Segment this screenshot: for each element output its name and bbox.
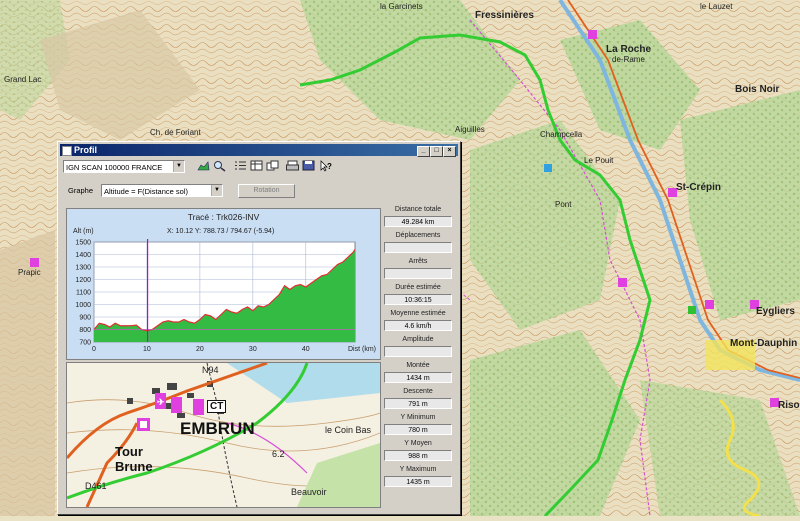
stat-label: Arrêts	[408, 258, 428, 265]
chevron-down-icon: ▼	[173, 161, 184, 172]
print-icon[interactable]	[285, 160, 299, 173]
profile-icon[interactable]	[196, 160, 210, 173]
y-tick-label: 800	[79, 327, 91, 334]
stat-value: 10:36:15	[384, 294, 452, 305]
grid-icon[interactable]	[249, 160, 263, 173]
map-label-bois-noir: Bois Noir	[735, 84, 780, 95]
stat-label: Amplitude	[402, 336, 434, 343]
stat-label: Y Maximum	[399, 466, 437, 473]
minimap-ct-label: CT	[207, 400, 227, 413]
stat-value: 49.284 km	[384, 216, 452, 227]
map-label-la-roche: La Roche	[606, 44, 652, 55]
minimap-town-label: EMBRUN	[180, 419, 255, 438]
map-label-de-rame: de-Rame	[612, 55, 645, 64]
map-label-grand-lac: Grand Lac	[4, 75, 42, 84]
x-tick-label: 0	[92, 346, 96, 353]
map-label-pont: Pont	[555, 200, 572, 209]
stat-label: Descente	[403, 388, 433, 395]
y-tick-label: 700	[79, 340, 91, 347]
window-titlebar[interactable]: Profil _ □ ×	[60, 144, 458, 157]
minimap-place-2: Beauvoir	[291, 487, 327, 497]
maximize-button[interactable]: □	[430, 146, 443, 157]
elevation-chart[interactable]: 700 800 900 1000 1100 1200 1300 1400 1500 0 10 20 30…	[66, 208, 381, 360]
stat-value: 1434 m	[384, 372, 452, 383]
close-button[interactable]: ×	[443, 146, 456, 157]
y-tick-label: 1100	[76, 290, 91, 297]
window-title: Profil	[74, 145, 98, 155]
minimize-button[interactable]: _	[417, 146, 430, 157]
minimap-tower-label-2: Brune	[115, 459, 153, 474]
stat-value: 1435 m	[384, 476, 452, 487]
chart-title: Tracé : Trk026-INV	[187, 212, 260, 222]
stat-value	[384, 242, 452, 253]
stat-label: Moyenne estimée	[390, 310, 446, 317]
graph-type-value: Altitude = F(Distance sol)	[104, 187, 188, 196]
y-tick-label: 900	[79, 315, 91, 322]
y-axis-label: Alt (m)	[73, 228, 94, 235]
map-label-le-lauzet: le Lauzet	[700, 2, 733, 11]
stat-value: 4.6 km/h	[384, 320, 452, 331]
map-label-risoul: Risoul	[778, 400, 800, 411]
graph-label: Graphe	[68, 186, 94, 195]
minimap-number: 6.2	[272, 449, 285, 459]
map-label-prapic: Prapic	[18, 268, 41, 277]
map-label-aiguilles: Aiguilles	[455, 125, 485, 134]
minimap-place-1: le Coin Bas	[325, 425, 372, 435]
x-tick-label: 30	[249, 346, 257, 353]
stat-label: Distance totale	[394, 206, 442, 213]
map-label-ch-foriant: Ch. de Foriant	[150, 128, 201, 137]
list-icon[interactable]	[233, 160, 247, 173]
zoom-icon[interactable]	[212, 160, 226, 173]
x-tick-label: 10	[143, 346, 151, 353]
y-tick-label: 1000	[75, 302, 91, 309]
svg-text:✈: ✈	[157, 397, 165, 407]
y-tick-label: 1200	[75, 277, 91, 284]
save-icon[interactable]	[301, 160, 315, 173]
map-label-champcella: Champcella	[540, 130, 583, 139]
map-label-eygliers: Eygliers	[756, 306, 795, 317]
y-tick-label: 1500	[75, 240, 91, 247]
profile-toolbar: IGN SCAN 100000 FRANCE ▼ ?	[63, 159, 456, 176]
map-label-mont-dauphin: Mont-Dauphin	[730, 338, 798, 349]
stat-label: Y Moyen	[404, 440, 432, 447]
profile-window: Profil _ □ × IGN SCAN 100000 FRANCE ▼ ? …	[57, 141, 461, 515]
chevron-down-icon: ▼	[211, 185, 222, 196]
window-app-icon	[62, 146, 72, 156]
stat-value: 780 m	[384, 424, 452, 435]
stat-label: Déplacements	[395, 232, 441, 239]
graph-type-select[interactable]: Altitude = F(Distance sol) ▼	[101, 184, 223, 197]
map-label-le-pouit: Le Pouit	[584, 156, 614, 165]
svg-text:?: ?	[327, 162, 332, 171]
x-axis-label: Dist (km)	[348, 346, 376, 353]
stat-value: 988 m	[384, 450, 452, 461]
rotation-button[interactable]: Rotation	[238, 184, 295, 198]
stat-value	[384, 346, 452, 357]
minimap-tower-label-1: Tour	[115, 444, 143, 459]
x-tick-label: 40	[302, 346, 310, 353]
map-source-value: IGN SCAN 100000 FRANCE	[66, 163, 163, 172]
stat-label: Montée	[406, 362, 430, 369]
stat-value: 791 m	[384, 398, 452, 409]
mini-map[interactable]: ✈ EMBRUN CT Tour Brune le Coin Bas Beauv…	[66, 362, 381, 508]
minimap-road-2: N94	[202, 365, 219, 375]
copy-icon[interactable]	[265, 160, 279, 173]
stat-label: Durée estimée	[395, 284, 441, 291]
minimap-road-1: D461	[85, 481, 107, 491]
x-tick-label: 20	[196, 346, 204, 353]
map-label-fressinieres: Fressinières	[475, 10, 534, 21]
stat-label: Y Minimum	[400, 414, 436, 421]
graph-options-row: Graphe Altitude = F(Distance sol) ▼ Rota…	[63, 184, 456, 200]
map-label-st-crepin: St-Crépin	[676, 182, 721, 193]
y-tick-label: 1400	[75, 252, 91, 259]
map-label-la-garcinets: la Garcinets	[380, 2, 423, 11]
y-tick-label: 1300	[75, 265, 91, 272]
help-icon[interactable]: ?	[319, 160, 333, 173]
cursor-readout: X: 10.12 Y: 788.73 / 794.67 (-5.94)	[167, 228, 275, 235]
stat-value	[384, 268, 452, 279]
map-source-select[interactable]: IGN SCAN 100000 FRANCE ▼	[63, 160, 185, 173]
stats-panel: Distance totale 49.284 km Déplacements Arrê…	[384, 204, 452, 491]
